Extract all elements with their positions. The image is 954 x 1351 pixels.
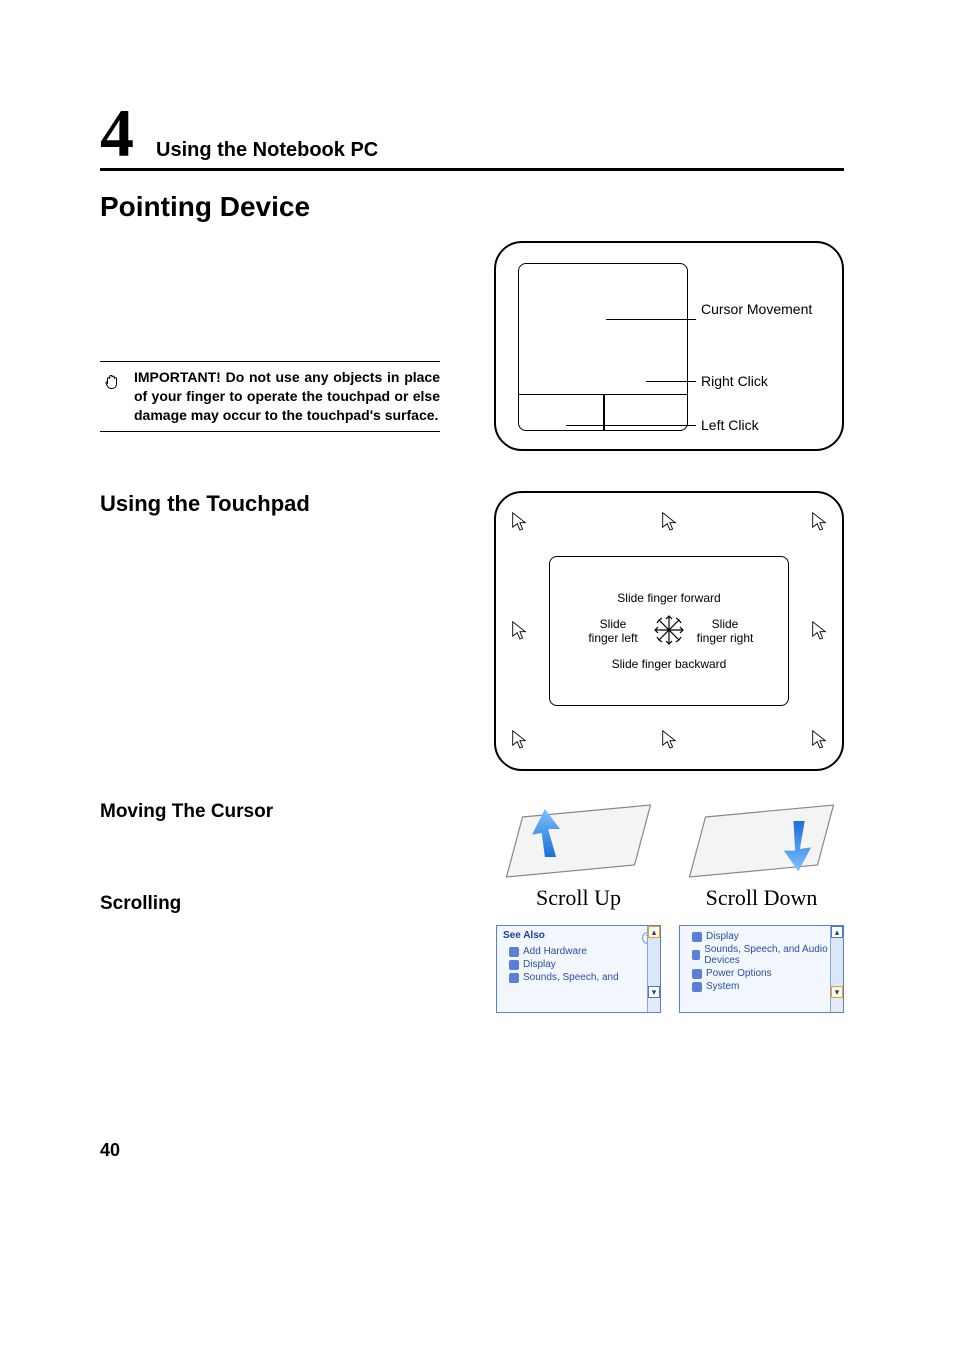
scroll-up-label: Scroll Up xyxy=(496,885,661,911)
important-note-text: IMPORTANT! Do not use any objects in pla… xyxy=(134,368,440,425)
scroll-down-figure: Scroll Down xyxy=(679,801,844,911)
cursor-icon xyxy=(810,729,828,751)
hand-stop-icon xyxy=(100,368,124,425)
list-item[interactable]: Sounds, Speech, and Audio Devices xyxy=(686,943,837,967)
list-item[interactable]: System xyxy=(686,980,837,993)
left-click-label: Left Click xyxy=(701,417,759,434)
scrolling-heading: Scrolling xyxy=(100,893,440,915)
system-icon xyxy=(692,982,702,992)
cursor-movement-label: Cursor Movement xyxy=(701,301,812,318)
sounds-icon xyxy=(692,950,700,960)
using-touchpad-heading: Using the Touchpad xyxy=(100,491,440,517)
movement-box: Slide finger forward Slide finger left xyxy=(549,556,789,706)
panel-title: See Also xyxy=(503,930,545,941)
touchpad-movement-diagram: Slide finger forward Slide finger left xyxy=(494,491,844,771)
sounds-icon xyxy=(509,973,519,983)
arrows-icon xyxy=(651,612,687,651)
list-item[interactable]: Add Hardware xyxy=(503,945,654,958)
scroll-down-button[interactable]: ▾ xyxy=(648,986,660,998)
scroll-up-panel: See Also ⌃ Add Hardware Display Sounds, … xyxy=(496,925,661,1013)
slide-left-label: Slide finger left xyxy=(583,617,643,646)
right-click-label: Right Click xyxy=(701,373,768,390)
scroll-up-button[interactable]: ▴ xyxy=(648,926,660,938)
scroll-down-button[interactable]: ▾ xyxy=(831,986,843,998)
power-icon xyxy=(692,969,702,979)
scrollbar[interactable]: ▴ ▾ xyxy=(830,926,843,1012)
touchpad-outline xyxy=(518,263,688,431)
list-item[interactable]: Display xyxy=(503,958,654,971)
page-number: 40 xyxy=(100,1140,120,1161)
hardware-icon xyxy=(509,947,519,957)
cursor-icon xyxy=(660,729,678,751)
list-item[interactable]: Sounds, Speech, and xyxy=(503,971,654,984)
slide-right-label: Slide finger right xyxy=(695,617,755,646)
important-note: IMPORTANT! Do not use any objects in pla… xyxy=(100,361,440,432)
cursor-icon xyxy=(510,620,528,642)
slide-backward-label: Slide finger backward xyxy=(612,657,727,671)
scroll-up-button[interactable]: ▴ xyxy=(831,926,843,938)
cursor-icon xyxy=(810,620,828,642)
touchpad-diagram: Cursor Movement Right Click Left Click xyxy=(494,241,844,451)
scroll-down-panel: Display Sounds, Speech, and Audio Device… xyxy=(679,925,844,1013)
scrollbar[interactable]: ▴ ▾ xyxy=(647,926,660,1012)
cursor-icon xyxy=(810,511,828,533)
page-title: Pointing Device xyxy=(100,191,844,223)
list-item[interactable]: Power Options xyxy=(686,967,837,980)
moving-cursor-heading: Moving The Cursor xyxy=(100,801,440,823)
display-icon xyxy=(509,960,519,970)
chapter-title: Using the Notebook PC xyxy=(156,139,378,162)
display-icon xyxy=(692,932,702,942)
scroll-up-figure: Scroll Up xyxy=(496,801,661,911)
chapter-header: 4 Using the Notebook PC xyxy=(100,110,844,171)
cursor-icon xyxy=(660,511,678,533)
list-item[interactable]: Display xyxy=(686,930,837,943)
chapter-number: 4 xyxy=(100,110,134,158)
slide-forward-label: Slide finger forward xyxy=(617,591,720,605)
cursor-icon xyxy=(510,729,528,751)
scroll-down-label: Scroll Down xyxy=(679,885,844,911)
cursor-icon xyxy=(510,511,528,533)
